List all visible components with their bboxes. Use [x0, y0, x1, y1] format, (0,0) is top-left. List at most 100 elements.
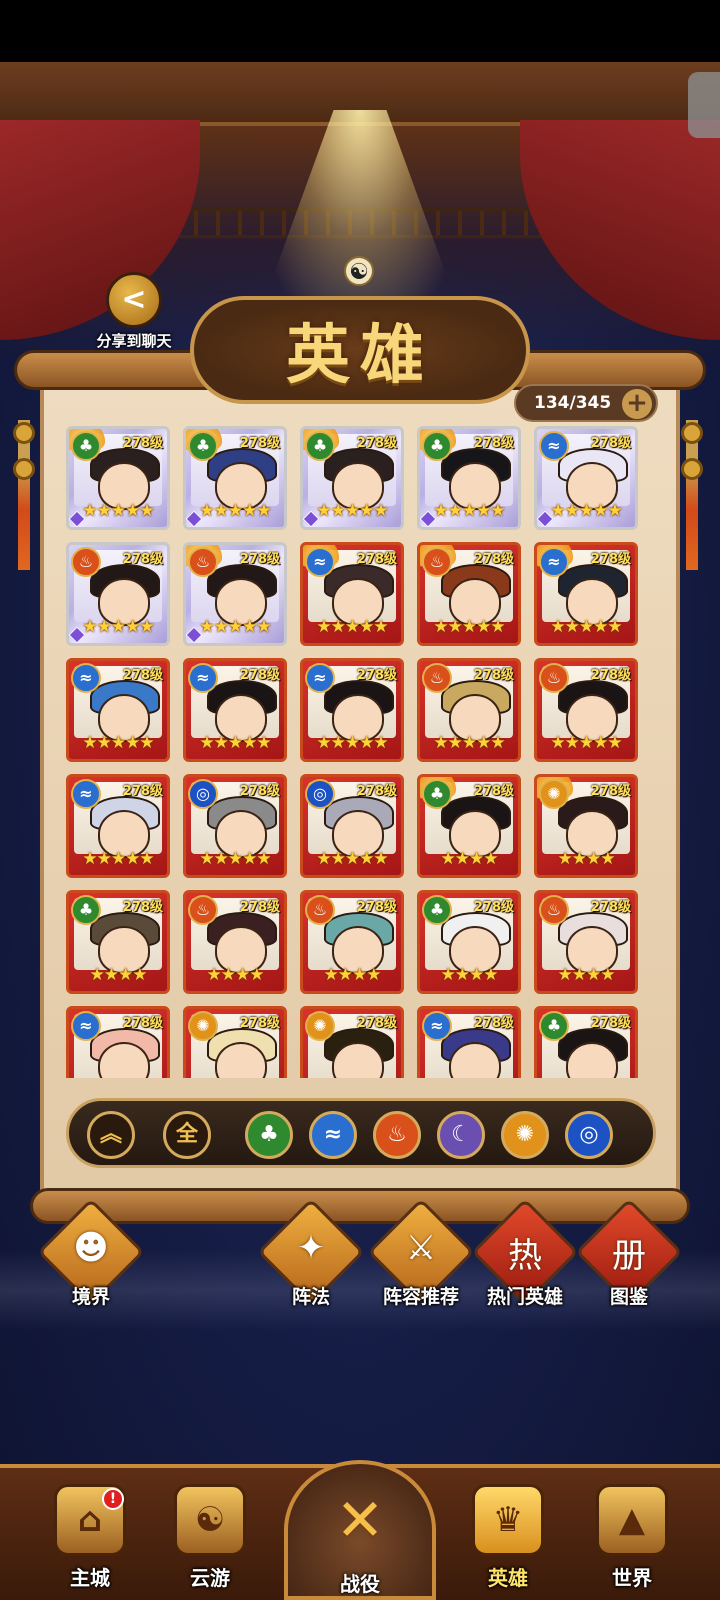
- fire-element-icon: ♨: [71, 547, 101, 577]
- nav-main-city-label: 主城: [70, 1566, 110, 1590]
- wind-element-icon: ◎: [305, 779, 335, 809]
- light-element-icon: ✺: [188, 1011, 218, 1041]
- filter-wood-button[interactable]: ♣: [245, 1111, 293, 1159]
- water-element-icon: ≈: [422, 1011, 452, 1041]
- hero-card[interactable]: ♣ 278级 ★★★★★: [417, 426, 521, 530]
- fire-element-icon: ♨: [539, 663, 569, 693]
- hero-card[interactable]: ≈278级 ★★★★★: [534, 426, 638, 530]
- water-element-icon: ≈: [188, 663, 218, 693]
- hero-card[interactable]: ♨ 278级 ★★★★★: [183, 542, 287, 646]
- nav-travel[interactable]: ☯ 云游: [150, 1464, 270, 1600]
- nav-heroes[interactable]: ♛ 英雄: [448, 1464, 568, 1600]
- hero-level: 278级: [239, 668, 280, 683]
- hero-card[interactable]: ♨ 278级 ★★★★: [300, 890, 404, 994]
- hero-card[interactable]: ✺278级★★★★: [534, 774, 638, 878]
- hero-level: 278级: [590, 784, 631, 799]
- hero-card[interactable]: ≈278级 ★★★★★: [300, 658, 404, 762]
- dark-element-icon: ☾: [451, 1122, 471, 1147]
- hero-card[interactable]: ≈278级★★★★: [66, 1006, 170, 1078]
- hero-level: 278级: [239, 784, 280, 799]
- water-element-icon: ≈: [305, 663, 335, 693]
- book-icon: 册: [612, 1236, 646, 1276]
- star-rating: ★★★★: [89, 965, 148, 985]
- double-chevron-up-icon: ︽: [99, 1122, 122, 1147]
- water-element-icon: ≈: [71, 1011, 101, 1041]
- wind-element-icon: ◎: [579, 1122, 599, 1147]
- star-rating: ★★★★★: [433, 617, 505, 637]
- filter-wind-button[interactable]: ◎: [565, 1111, 613, 1159]
- hero-card[interactable]: ♣278级★★★★: [417, 890, 521, 994]
- hero-card[interactable]: ✺278级★★★★: [300, 1006, 404, 1078]
- hero-level: 278级: [239, 900, 280, 915]
- hero-card[interactable]: ≈278级 ★★★★★: [66, 658, 170, 762]
- star-rating: ★★★★★: [199, 849, 271, 869]
- filter-fire-button[interactable]: ♨: [373, 1111, 421, 1159]
- hero-card[interactable]: ≈278级 ★★★★★: [300, 542, 404, 646]
- hero-level: 278级: [473, 900, 514, 915]
- hero-level: 278级: [590, 552, 631, 567]
- codex-button[interactable]: 册 图鉴: [574, 1198, 684, 1322]
- yin-yang-icon: ☯: [344, 256, 374, 286]
- fire-element-icon: ♨: [422, 663, 452, 693]
- filter-dark-button[interactable]: ☾: [437, 1111, 485, 1159]
- hero-card[interactable]: ≈278级 ★★★★★: [183, 658, 287, 762]
- realm-button[interactable]: ☻ 境界: [36, 1198, 146, 1322]
- hero-card[interactable]: ♣278级★★★★: [417, 774, 521, 878]
- hero-card[interactable]: ♣ 278级 ★★★★★: [183, 426, 287, 530]
- hero-card[interactable]: ♨ 278级 ★★★★★: [66, 542, 170, 646]
- water-element-icon: ≈: [539, 431, 569, 461]
- hero-level: 278级: [239, 436, 280, 451]
- cube-icon[interactable]: [688, 72, 720, 138]
- hero-card[interactable]: ♨ 278级 ★★★★★: [534, 658, 638, 762]
- fire-element-icon: ♨: [539, 895, 569, 925]
- water-element-icon: ≈: [539, 547, 569, 577]
- hero-card[interactable]: ◎ 278级 ★★★★★: [300, 774, 404, 878]
- filter-all-button[interactable]: 全: [163, 1111, 211, 1159]
- wood-element-icon: ♣: [539, 1011, 569, 1041]
- formation-button[interactable]: ✦ 阵法: [256, 1198, 366, 1322]
- nav-heroes-label: 英雄: [488, 1566, 528, 1590]
- realm-icon: ☻: [73, 1228, 109, 1268]
- hero-card[interactable]: ◎ 278级 ★★★★★: [183, 774, 287, 878]
- hero-card[interactable]: ♨ 278级 ★★★★★: [417, 542, 521, 646]
- hero-card[interactable]: ♣ 278级 ★★★★★: [66, 426, 170, 530]
- expand-capacity-button[interactable]: +: [622, 389, 652, 419]
- hero-level: 278级: [356, 1016, 397, 1031]
- fire-element-icon: ♨: [188, 895, 218, 925]
- filter-light-button[interactable]: ✺: [501, 1111, 549, 1159]
- hero-level: 278级: [473, 436, 514, 451]
- nav-battle[interactable]: ✕ 战役: [284, 1460, 436, 1600]
- hero-card[interactable]: ≈278级 ★★★★★: [534, 542, 638, 646]
- wood-element-icon: ♣: [422, 431, 452, 461]
- nav-main-city[interactable]: ⌂ 主城: [30, 1464, 150, 1600]
- filter-water-button[interactable]: ≈: [309, 1111, 357, 1159]
- hero-level: 278级: [590, 900, 631, 915]
- hero-level: 278级: [239, 552, 280, 567]
- hero-card[interactable]: ♨ 278级 ★★★★: [183, 890, 287, 994]
- hero-level: 278级: [473, 1016, 514, 1031]
- hero-card[interactable]: ♨ 278级 ★★★★★: [417, 658, 521, 762]
- hero-count: 134/345: [534, 393, 612, 413]
- water-element-icon: ≈: [71, 663, 101, 693]
- light-element-icon: ✺: [305, 1011, 335, 1041]
- hero-level: 278级: [356, 552, 397, 567]
- hero-level: 278级: [239, 1016, 280, 1031]
- star-rating: ★★★★★: [199, 733, 271, 753]
- hero-card[interactable]: ♣278级★★★★: [534, 1006, 638, 1078]
- hero-card[interactable]: ♣278级★★★★: [66, 890, 170, 994]
- water-element-icon: ≈: [305, 547, 335, 577]
- collapse-filter-button[interactable]: ︽: [87, 1111, 135, 1159]
- hero-card[interactable]: ✺278级★★★★: [183, 1006, 287, 1078]
- share-to-chat-button[interactable]: < 分享到聊天: [78, 272, 190, 352]
- hero-card[interactable]: ≈278级 ★★★★★: [66, 774, 170, 878]
- crossed-swords-icon: ✕: [335, 1486, 385, 1554]
- hero-card[interactable]: ♣ 278级 ★★★★★: [300, 426, 404, 530]
- star-rating: ★★★★★: [82, 849, 154, 869]
- star-rating: ★★★★★: [316, 733, 388, 753]
- hot-heroes-icon: 热: [508, 1236, 542, 1276]
- hero-card[interactable]: ≈278级★★★★: [417, 1006, 521, 1078]
- hero-card[interactable]: ♨ 278级 ★★★★: [534, 890, 638, 994]
- nav-world[interactable]: ▲ 世界: [572, 1464, 692, 1600]
- filter-all-label: 全: [175, 1122, 198, 1147]
- hero-level: 278级: [590, 436, 631, 451]
